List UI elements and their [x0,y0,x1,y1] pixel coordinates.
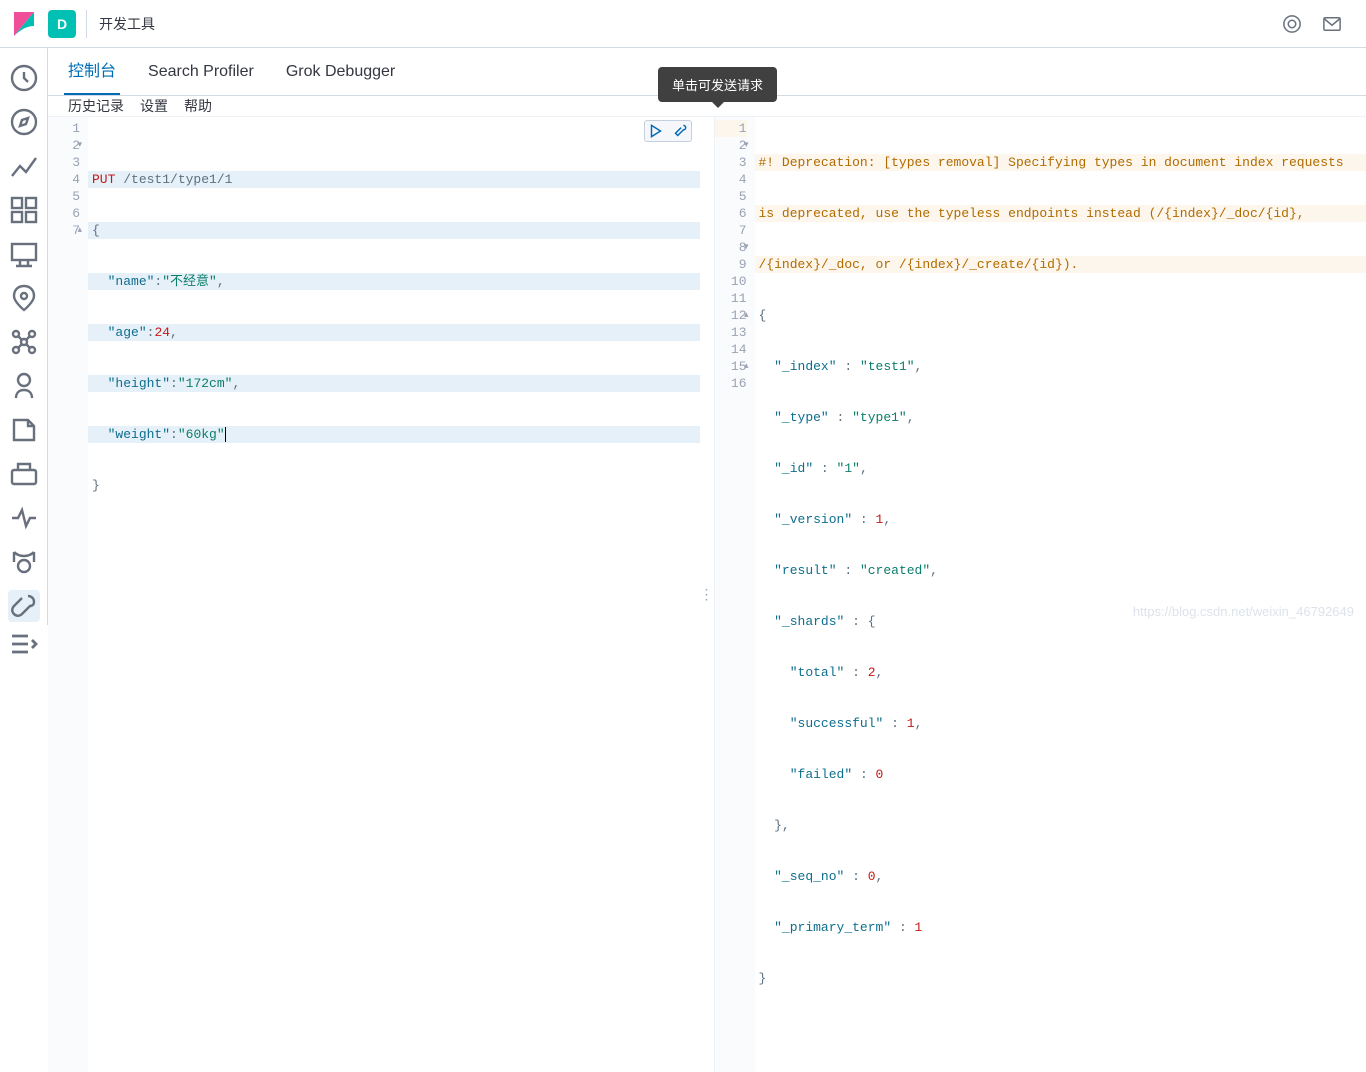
watermark: https://blog.csdn.net/weixin_46792649 [1133,604,1354,619]
send-request-button[interactable] [646,122,666,140]
resize-handle[interactable]: ⋮ [700,117,714,1072]
response-viewer[interactable]: 1 2▾ 3 4 5 6 7 8▾ 9 10 11 12▴ 13 14 15▴ … [714,117,1366,1072]
help-link[interactable]: 帮助 [184,96,212,116]
response-code: #! Deprecation: [types removal] Specifyi… [755,117,1366,1072]
response-gutter: 1 2▾ 3 4 5 6 7 8▾ 9 10 11 12▴ 13 14 15▴ … [715,117,755,1072]
mail-icon[interactable] [1322,14,1342,34]
breadcrumb: 开发工具 [99,14,1282,34]
request-actions [644,120,692,142]
canvas-icon[interactable] [8,238,40,270]
logs-icon[interactable] [8,414,40,446]
ml-icon[interactable] [8,326,40,358]
tab-grok-debugger[interactable]: Grok Debugger [282,53,399,95]
request-gutter: 1 2▾ 3 4 5 6 7▴ [48,117,88,1072]
dashboard-icon[interactable] [8,194,40,226]
request-code[interactable]: PUT /test1/type1/1 { "name":"不经意", "age"… [88,117,700,1072]
siem-icon[interactable] [8,546,40,578]
discover-icon[interactable] [8,106,40,138]
top-header: D 开发工具 [0,0,1366,48]
request-editor[interactable]: 1 2▾ 3 4 5 6 7▴ PUT /test1/type1/1 { "na… [48,117,700,1072]
visualize-icon[interactable] [8,150,40,182]
tab-console[interactable]: 控制台 [64,47,120,95]
recently-viewed-icon[interactable] [8,62,40,94]
kibana-logo[interactable] [8,8,40,40]
tooltip: 单击可发送请求 [658,67,777,102]
settings-link[interactable]: 设置 [140,96,168,116]
uptime-icon[interactable] [8,502,40,534]
wrench-button[interactable] [670,122,690,140]
divider [86,10,87,38]
sidebar-nav [0,48,48,625]
space-selector[interactable]: D [48,10,76,38]
history-link[interactable]: 历史记录 [68,96,124,116]
tab-search-profiler[interactable]: Search Profiler [144,53,258,95]
maps-icon[interactable] [8,282,40,314]
metrics-icon[interactable] [8,370,40,402]
newsfeed-icon[interactable] [1282,14,1302,34]
collapse-icon[interactable] [8,628,40,660]
dev-tools-icon[interactable] [8,590,40,622]
apm-icon[interactable] [8,458,40,490]
